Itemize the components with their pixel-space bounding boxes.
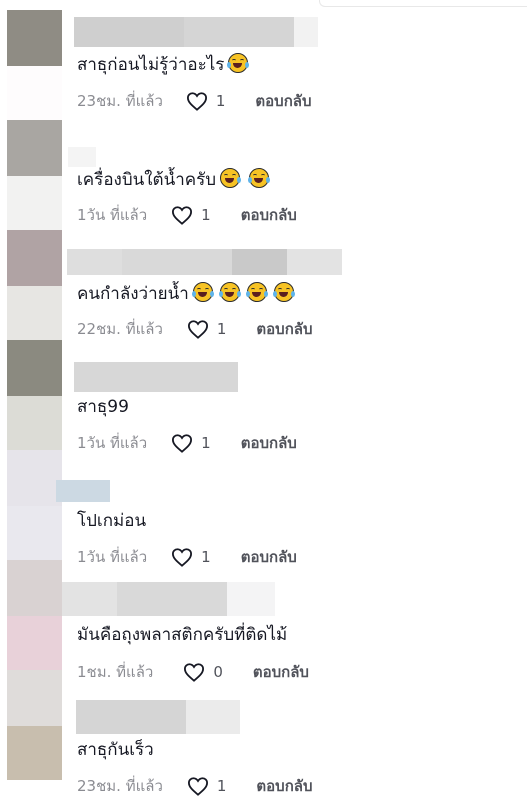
avatar[interactable] <box>7 340 62 396</box>
comment-meta: 22ชม. ที่แล้ว 1 ตอบกลับ <box>77 317 313 341</box>
heart-outline-icon <box>186 92 207 111</box>
comment-text: สาธุกันเร็ว <box>77 740 154 760</box>
comment-text: สาธุก่อนไม่รู้ว่าอะไร <box>77 53 250 76</box>
avatar[interactable] <box>7 10 62 66</box>
avatar[interactable] <box>7 230 62 286</box>
laugh-cry-emoji <box>245 282 268 302</box>
comment-text: โปเกม่อน <box>77 511 147 531</box>
avatar[interactable] <box>7 670 62 726</box>
laugh-cry-emoji <box>218 282 241 302</box>
comment-time: 23ชม. ที่แล้ว <box>77 92 163 110</box>
like-count: 1 <box>216 320 227 338</box>
comment-meta: 23ชม. ที่แล้ว 1 ตอบกลับ <box>77 774 313 798</box>
reply-button[interactable]: ตอบกลับ <box>256 317 312 341</box>
avatar[interactable] <box>7 286 62 340</box>
like-button[interactable]: 1 <box>171 205 211 225</box>
comment-text: คนกำลังว่ายน้ำ <box>77 282 295 305</box>
reply-button[interactable]: ตอบกลับ <box>241 545 297 569</box>
like-count: 0 <box>213 663 223 681</box>
comment-meta: 1วัน ที่แล้ว 1 ตอบกลับ <box>77 431 297 455</box>
comment-meta: 1ชม. ที่แล้ว 0 ตอบกลับ <box>77 660 309 684</box>
like-button[interactable]: 1 <box>187 319 227 339</box>
laugh-cry-emoji <box>248 168 271 188</box>
like-button[interactable]: 1 <box>186 91 226 111</box>
comment-text: สาธุ99 <box>77 397 129 417</box>
like-button[interactable]: 1 <box>171 547 211 567</box>
username[interactable] <box>76 700 240 734</box>
like-count: 1 <box>216 777 227 795</box>
avatar[interactable] <box>7 616 62 670</box>
comment-time: 23ชม. ที่แล้ว <box>77 777 163 795</box>
username[interactable] <box>68 147 96 167</box>
heart-outline-icon <box>172 548 193 567</box>
username[interactable] <box>74 362 238 392</box>
comment-text: มันคือถุงพลาสติกครับที่ติดไม้ <box>77 625 288 645</box>
reply-button[interactable]: ตอบกลับ <box>255 89 311 113</box>
comment-text: เครื่องบินใต้น้ำครับ <box>77 168 271 191</box>
like-button[interactable]: 1 <box>171 433 211 453</box>
reply-button[interactable]: ตอบกลับ <box>256 774 312 798</box>
reply-button[interactable]: ตอบกลับ <box>241 203 297 227</box>
username[interactable] <box>67 249 342 275</box>
comment-meta: 23ชม. ที่แล้ว 1 ตอบกลับ <box>77 89 312 113</box>
heart-outline-icon <box>187 777 208 796</box>
top-bar <box>62 0 527 14</box>
username[interactable] <box>74 17 318 47</box>
avatar[interactable] <box>7 506 62 560</box>
input-edge <box>319 0 527 7</box>
like-button[interactable]: 0 <box>183 662 223 682</box>
comment-time: 1วัน ที่แล้ว <box>77 434 148 452</box>
like-count: 1 <box>201 434 211 452</box>
like-count: 1 <box>201 548 211 566</box>
like-count: 1 <box>215 92 226 110</box>
laugh-cry-emoji <box>227 53 250 73</box>
avatar[interactable] <box>7 560 62 616</box>
sweat-smile-emoji <box>220 168 242 188</box>
like-count: 1 <box>201 206 211 224</box>
laugh-cry-emoji <box>191 282 214 302</box>
username[interactable] <box>56 480 110 502</box>
comment-time: 1วัน ที่แล้ว <box>77 206 148 224</box>
avatar[interactable] <box>7 66 62 120</box>
avatar[interactable] <box>7 450 62 506</box>
avatar[interactable] <box>7 726 62 780</box>
like-button[interactable]: 1 <box>187 776 227 796</box>
avatar[interactable] <box>7 396 62 450</box>
comment-time: 22ชม. ที่แล้ว <box>77 320 163 338</box>
comment-time: 1วัน ที่แล้ว <box>77 548 148 566</box>
reply-button[interactable]: ตอบกลับ <box>241 431 297 455</box>
comment-meta: 1วัน ที่แล้ว 1 ตอบกลับ <box>77 545 297 569</box>
comment-meta: 1วัน ที่แล้ว 1 ตอบกลับ <box>77 203 297 227</box>
laugh-cry-emoji <box>272 282 295 302</box>
reply-button[interactable]: ตอบกลับ <box>253 660 309 684</box>
heart-outline-icon <box>184 663 205 682</box>
avatar[interactable] <box>7 120 62 176</box>
username[interactable] <box>62 582 275 616</box>
heart-outline-icon <box>187 320 208 339</box>
comment-time: 1ชม. ที่แล้ว <box>77 663 154 681</box>
heart-outline-icon <box>172 206 193 225</box>
heart-outline-icon <box>172 434 193 453</box>
avatar[interactable] <box>7 176 62 230</box>
